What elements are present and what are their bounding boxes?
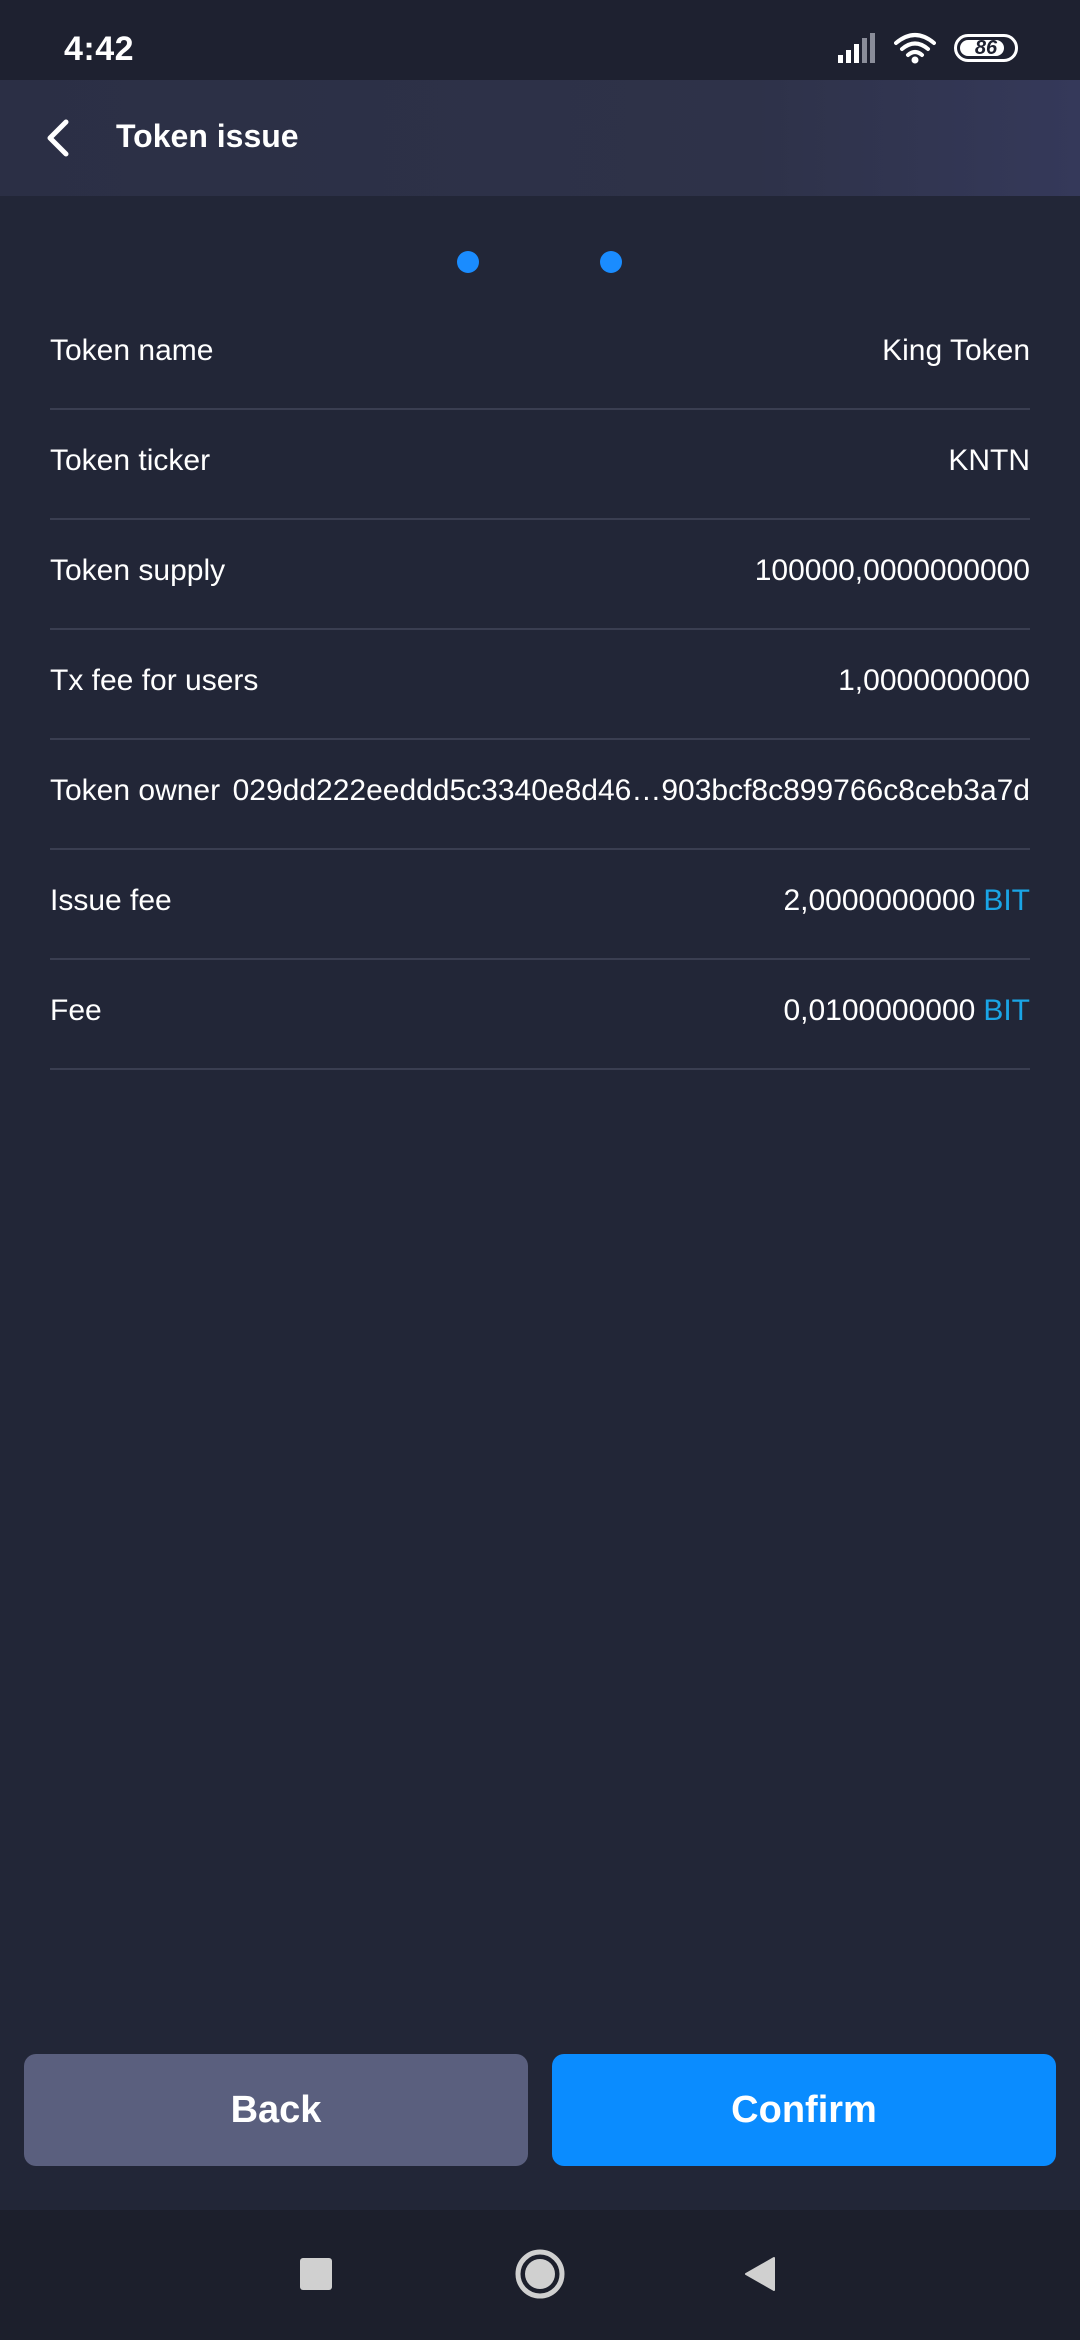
status-bar: 4:42 86 xyxy=(0,0,1080,80)
detail-label: Issue fee xyxy=(50,884,172,917)
detail-label: Token supply xyxy=(50,554,226,587)
step-dot-2 xyxy=(600,251,622,273)
detail-value: 0,0100000000 xyxy=(783,994,976,1027)
back-arrow-button[interactable] xyxy=(30,110,86,166)
step-dot-1 xyxy=(457,251,479,273)
token-issue-screen: 4:42 86 Token issue Token name King Toke… xyxy=(0,0,1080,2340)
detail-label: Token name xyxy=(50,334,214,367)
detail-value: 2,0000000000 xyxy=(783,884,976,917)
detail-row-token-owner: Token owner 029dd222eeddd5c3340e8d46…903… xyxy=(50,740,1030,850)
recents-icon[interactable] xyxy=(300,2258,332,2290)
page-title: Token issue xyxy=(116,118,299,154)
back-triangle-icon[interactable] xyxy=(740,2254,780,2294)
detail-label: Tx fee for users xyxy=(50,664,259,697)
status-icons: 86 xyxy=(836,30,1018,66)
detail-row-issue-fee: Issue fee 2,0000000000 BIT xyxy=(50,850,1030,960)
currency-unit: BIT xyxy=(983,884,1030,917)
detail-value: 1,0000000000 xyxy=(838,664,1030,697)
detail-value: 100000,0000000000 xyxy=(754,554,1030,587)
detail-value: KNTN xyxy=(948,444,1030,477)
app-header: Token issue xyxy=(0,80,1080,196)
battery-icon: 86 xyxy=(954,34,1018,62)
signal-icon xyxy=(838,33,875,63)
detail-label: Fee xyxy=(50,994,102,1027)
detail-label: Token owner xyxy=(50,774,221,807)
home-icon[interactable] xyxy=(514,2248,566,2300)
token-details-list: Token name King Token Token ticker KNTN … xyxy=(50,300,1030,1070)
confirm-button[interactable]: Confirm xyxy=(552,2054,1056,2166)
detail-value-with-unit: 2,0000000000 BIT xyxy=(783,884,1030,918)
detail-row-tx-fee: Tx fee for users 1,0000000000 xyxy=(50,630,1030,740)
battery-percent: 86 xyxy=(974,36,998,59)
detail-row-token-supply: Token supply 100000,0000000000 xyxy=(50,520,1030,630)
detail-value: King Token xyxy=(882,334,1030,367)
detail-value: 029dd222eeddd5c3340e8d46…903bcf8c899766c… xyxy=(232,774,1030,807)
chevron-left-icon xyxy=(47,119,69,157)
system-nav-bar xyxy=(0,2210,1080,2340)
currency-unit: BIT xyxy=(983,994,1030,1027)
back-button[interactable]: Back xyxy=(24,2054,528,2166)
detail-value-with-unit: 0,0100000000 BIT xyxy=(783,994,1030,1028)
detail-row-token-ticker: Token ticker KNTN xyxy=(50,410,1030,520)
detail-row-token-name: Token name King Token xyxy=(50,300,1030,410)
detail-label: Token ticker xyxy=(50,444,211,477)
wifi-icon xyxy=(894,33,936,64)
detail-row-fee: Fee 0,0100000000 BIT xyxy=(50,960,1030,1070)
status-time: 4:42 xyxy=(64,30,135,68)
